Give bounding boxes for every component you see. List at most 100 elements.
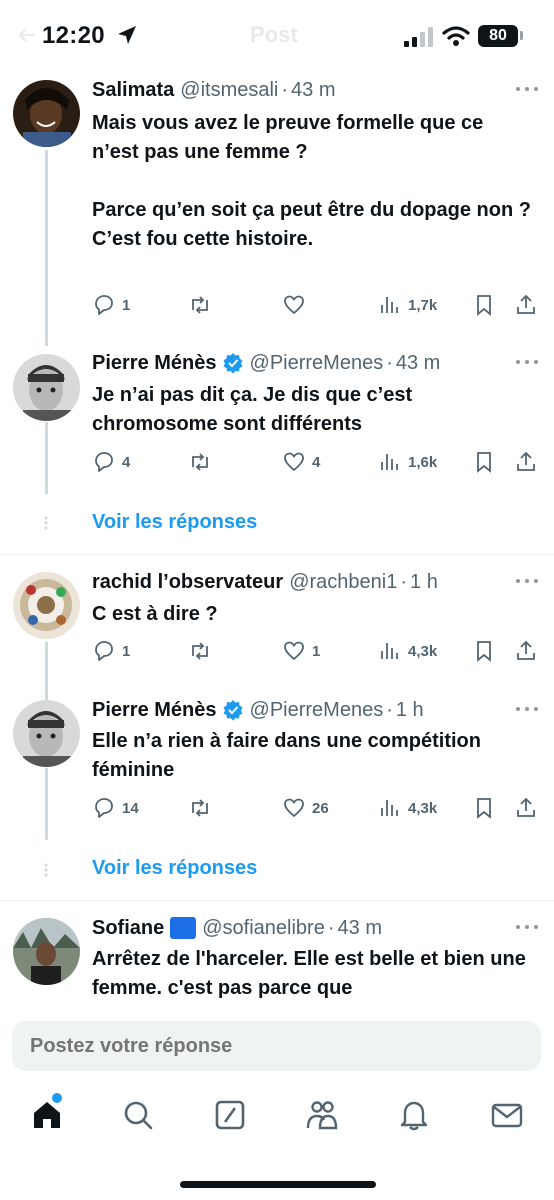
author-name[interactable]: Sofiane	[92, 917, 164, 940]
bookmark-button[interactable]	[472, 449, 496, 475]
views-button[interactable]: 4,3k	[378, 795, 437, 821]
views-icon	[381, 454, 398, 470]
view-count: 4,3k	[408, 642, 438, 660]
verified-badge-icon	[223, 353, 243, 374]
share-button[interactable]	[514, 292, 538, 318]
like-count: 1	[312, 642, 321, 660]
author-handle[interactable]: @rachbeni1	[289, 571, 397, 594]
tweet-header: rachid l’observateur @rachbeni1 · 1 h	[92, 567, 438, 597]
author-handle[interactable]: @itsmesali	[180, 79, 278, 102]
nav-grok[interactable]	[213, 1098, 247, 1132]
thread-line	[45, 768, 48, 840]
author-handle[interactable]: @sofianelibre	[202, 917, 325, 940]
tweet-text: C est à dire ?	[92, 603, 218, 625]
nav-search[interactable]	[121, 1098, 155, 1132]
tweet-header: Sofiane @sofianelibre · 43 m	[92, 913, 382, 943]
repost-button[interactable]	[188, 795, 218, 821]
bookmark-icon	[477, 295, 491, 316]
author-name[interactable]: Pierre Ménès	[92, 352, 217, 375]
reply-button[interactable]: 4	[92, 449, 130, 475]
view-count: 1,6k	[408, 453, 438, 471]
views-icon	[381, 800, 398, 816]
show-replies-link[interactable]: Voir les réponses	[92, 511, 257, 534]
messages-icon	[491, 1103, 523, 1128]
avatar[interactable]	[13, 918, 80, 985]
reply-button[interactable]: 14	[92, 795, 139, 821]
reply-count: 1	[122, 296, 131, 314]
bookmark-button[interactable]	[472, 292, 496, 318]
share-button[interactable]	[514, 449, 538, 475]
thread-line	[45, 642, 48, 700]
separator-dot: ·	[386, 698, 393, 721]
grok-icon	[215, 1100, 245, 1130]
like-button[interactable]: 26	[282, 795, 329, 821]
reply-icon	[95, 295, 113, 315]
like-count: 4	[312, 453, 321, 471]
author-name[interactable]: Pierre Ménès	[92, 699, 217, 722]
blue-square-emoji	[170, 917, 197, 939]
more-options-icon[interactable]	[514, 357, 540, 367]
separator-dot: ·	[281, 78, 289, 101]
repost-button[interactable]	[188, 292, 218, 318]
author-name[interactable]: rachid l’observateur	[92, 571, 283, 594]
share-icon	[517, 640, 535, 660]
bookmark-button[interactable]	[472, 638, 496, 664]
tweet-text: Je n’ai pas dit ça. Je dis que c’est chr…	[92, 384, 413, 435]
repost-button[interactable]	[188, 638, 218, 664]
tweet-actions: 4 4 1,6k	[92, 449, 542, 475]
battery-tip	[520, 31, 523, 40]
like-button[interactable]: 1	[282, 638, 320, 664]
thread-line	[45, 150, 48, 346]
nav-communities[interactable]	[305, 1098, 339, 1132]
show-replies-link[interactable]: Voir les réponses	[92, 857, 257, 880]
share-icon	[517, 797, 535, 817]
repost-button[interactable]	[188, 449, 218, 475]
avatar[interactable]	[13, 572, 80, 639]
view-count: 4,3k	[408, 799, 438, 817]
reply-count: 4	[122, 453, 131, 471]
share-button[interactable]	[514, 638, 538, 664]
repost-icon	[192, 799, 208, 817]
author-name[interactable]: Salimata	[92, 79, 174, 102]
divider	[0, 554, 554, 555]
like-button[interactable]	[282, 292, 312, 318]
heart-icon	[284, 452, 304, 472]
cellular-signal-icon	[404, 27, 433, 47]
more-options-icon[interactable]	[514, 704, 540, 714]
more-options-icon[interactable]	[514, 84, 540, 94]
share-icon	[517, 294, 535, 314]
avatar[interactable]	[13, 354, 80, 421]
search-icon	[124, 1101, 153, 1130]
avatar[interactable]	[13, 80, 80, 147]
bookmark-button[interactable]	[472, 795, 496, 821]
reply-icon	[95, 452, 113, 472]
tweet-header: Pierre Ménès @PierreMenes · 43 m	[92, 348, 440, 378]
views-button[interactable]: 1,6k	[378, 449, 437, 475]
share-button[interactable]	[514, 795, 538, 821]
home-indicator[interactable]	[180, 1181, 376, 1188]
nav-home[interactable]	[30, 1098, 64, 1132]
communities-icon	[306, 1101, 338, 1130]
back-arrow-icon	[18, 28, 35, 42]
author-handle[interactable]: @PierreMenes	[250, 352, 384, 375]
post-time: 1 h	[410, 570, 438, 593]
views-button[interactable]: 1,7k	[378, 292, 437, 318]
notifications-icon	[400, 1101, 428, 1131]
tweet-header: Pierre Ménès @PierreMenes · 1 h	[92, 695, 424, 725]
bookmark-icon	[477, 641, 491, 662]
share-icon	[517, 451, 535, 471]
more-options-icon[interactable]	[514, 576, 540, 586]
views-button[interactable]: 4,3k	[378, 638, 437, 664]
reply-button[interactable]: 1	[92, 292, 130, 318]
avatar[interactable]	[13, 700, 80, 767]
reply-button[interactable]: 1	[92, 638, 130, 664]
clock: 12:20	[42, 22, 105, 49]
heart-icon	[284, 641, 304, 661]
nav-messages[interactable]	[490, 1098, 524, 1132]
nav-notifications[interactable]	[397, 1098, 431, 1132]
tweet-actions: 1 1 4,3k	[92, 638, 542, 664]
like-button[interactable]: 4	[282, 449, 320, 475]
more-options-icon[interactable]	[514, 922, 540, 932]
author-handle[interactable]: @PierreMenes	[250, 699, 384, 722]
reply-input[interactable]	[12, 1021, 541, 1071]
